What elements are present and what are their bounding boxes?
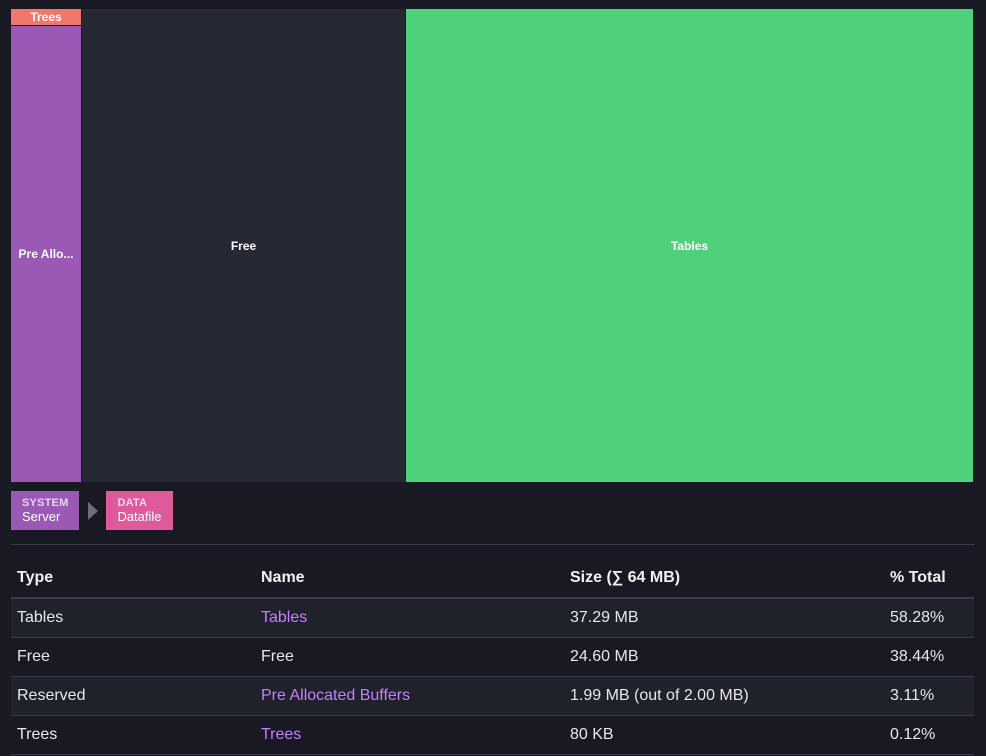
breadcrumb-item-system-server[interactable]: SYSTEM Server [11,491,80,530]
breadcrumb-item-kind: DATA [117,497,148,509]
cell-percent: 0.12% [884,715,974,755]
treemap-tile-tables[interactable]: Tables [406,9,973,482]
cell-size: 24.60 MB [564,637,884,677]
table-header-row: Type Name Size (∑ 64 MB) % Total [11,558,974,599]
cell-percent: 3.11% [884,676,974,716]
treemap-tile-label: Trees [30,10,62,24]
cell-type: Reserved [11,676,255,716]
table-row: Trees Trees 80 KB 0.12% [11,715,974,755]
breadcrumb-item-data-datafile[interactable]: DATA Datafile [106,491,173,530]
breadcrumb-item-label: Server [22,509,61,524]
section-divider [11,544,974,545]
cell-name-link[interactable]: Tables [261,609,307,626]
breadcrumb-item-label: Datafile [117,509,162,524]
treemap-tile-label: Free [230,238,257,253]
cell-size: 1.99 MB (out of 2.00 MB) [564,676,884,716]
treemap-tile-free[interactable]: Free [82,9,405,482]
cell-type: Tables [11,598,255,638]
chevron-right-icon [79,501,106,521]
treemap-tile-label: Pre Allo... [18,247,74,261]
treemap-tile-trees[interactable]: Trees [11,9,81,25]
treemap-tile-label: Tables [670,238,709,253]
column-header-percent[interactable]: % Total [884,558,974,599]
cell-type: Free [11,637,255,677]
cell-percent: 58.28% [884,598,974,638]
storage-treemap: Trees Pre Allo... Free Tables [10,8,974,483]
storage-table: Type Name Size (∑ 64 MB) % Total Tables … [11,558,974,755]
cell-name-link[interactable]: Trees [261,726,301,743]
cell-name-link[interactable]: Pre Allocated Buffers [261,687,410,704]
column-header-size[interactable]: Size (∑ 64 MB) [564,558,884,599]
breadcrumb-item-kind: SYSTEM [22,497,69,509]
breadcrumb: SYSTEM Server DATA Datafile [11,491,173,530]
table-row: Free Free 24.60 MB 38.44% [11,637,974,677]
storage-report-page: Trees Pre Allo... Free Tables SYSTEM Ser… [0,0,986,756]
cell-size: 80 KB [564,715,884,755]
table-row: Tables Tables 37.29 MB 58.28% [11,598,974,638]
column-header-type[interactable]: Type [11,558,255,599]
treemap-tile-pre-allocated-buffers[interactable]: Pre Allo... [11,26,81,482]
cell-size: 37.29 MB [564,598,884,638]
cell-type: Trees [11,715,255,755]
cell-percent: 38.44% [884,637,974,677]
table-row: Reserved Pre Allocated Buffers 1.99 MB (… [11,676,974,716]
cell-name: Free [261,648,294,665]
column-header-name[interactable]: Name [255,558,564,599]
